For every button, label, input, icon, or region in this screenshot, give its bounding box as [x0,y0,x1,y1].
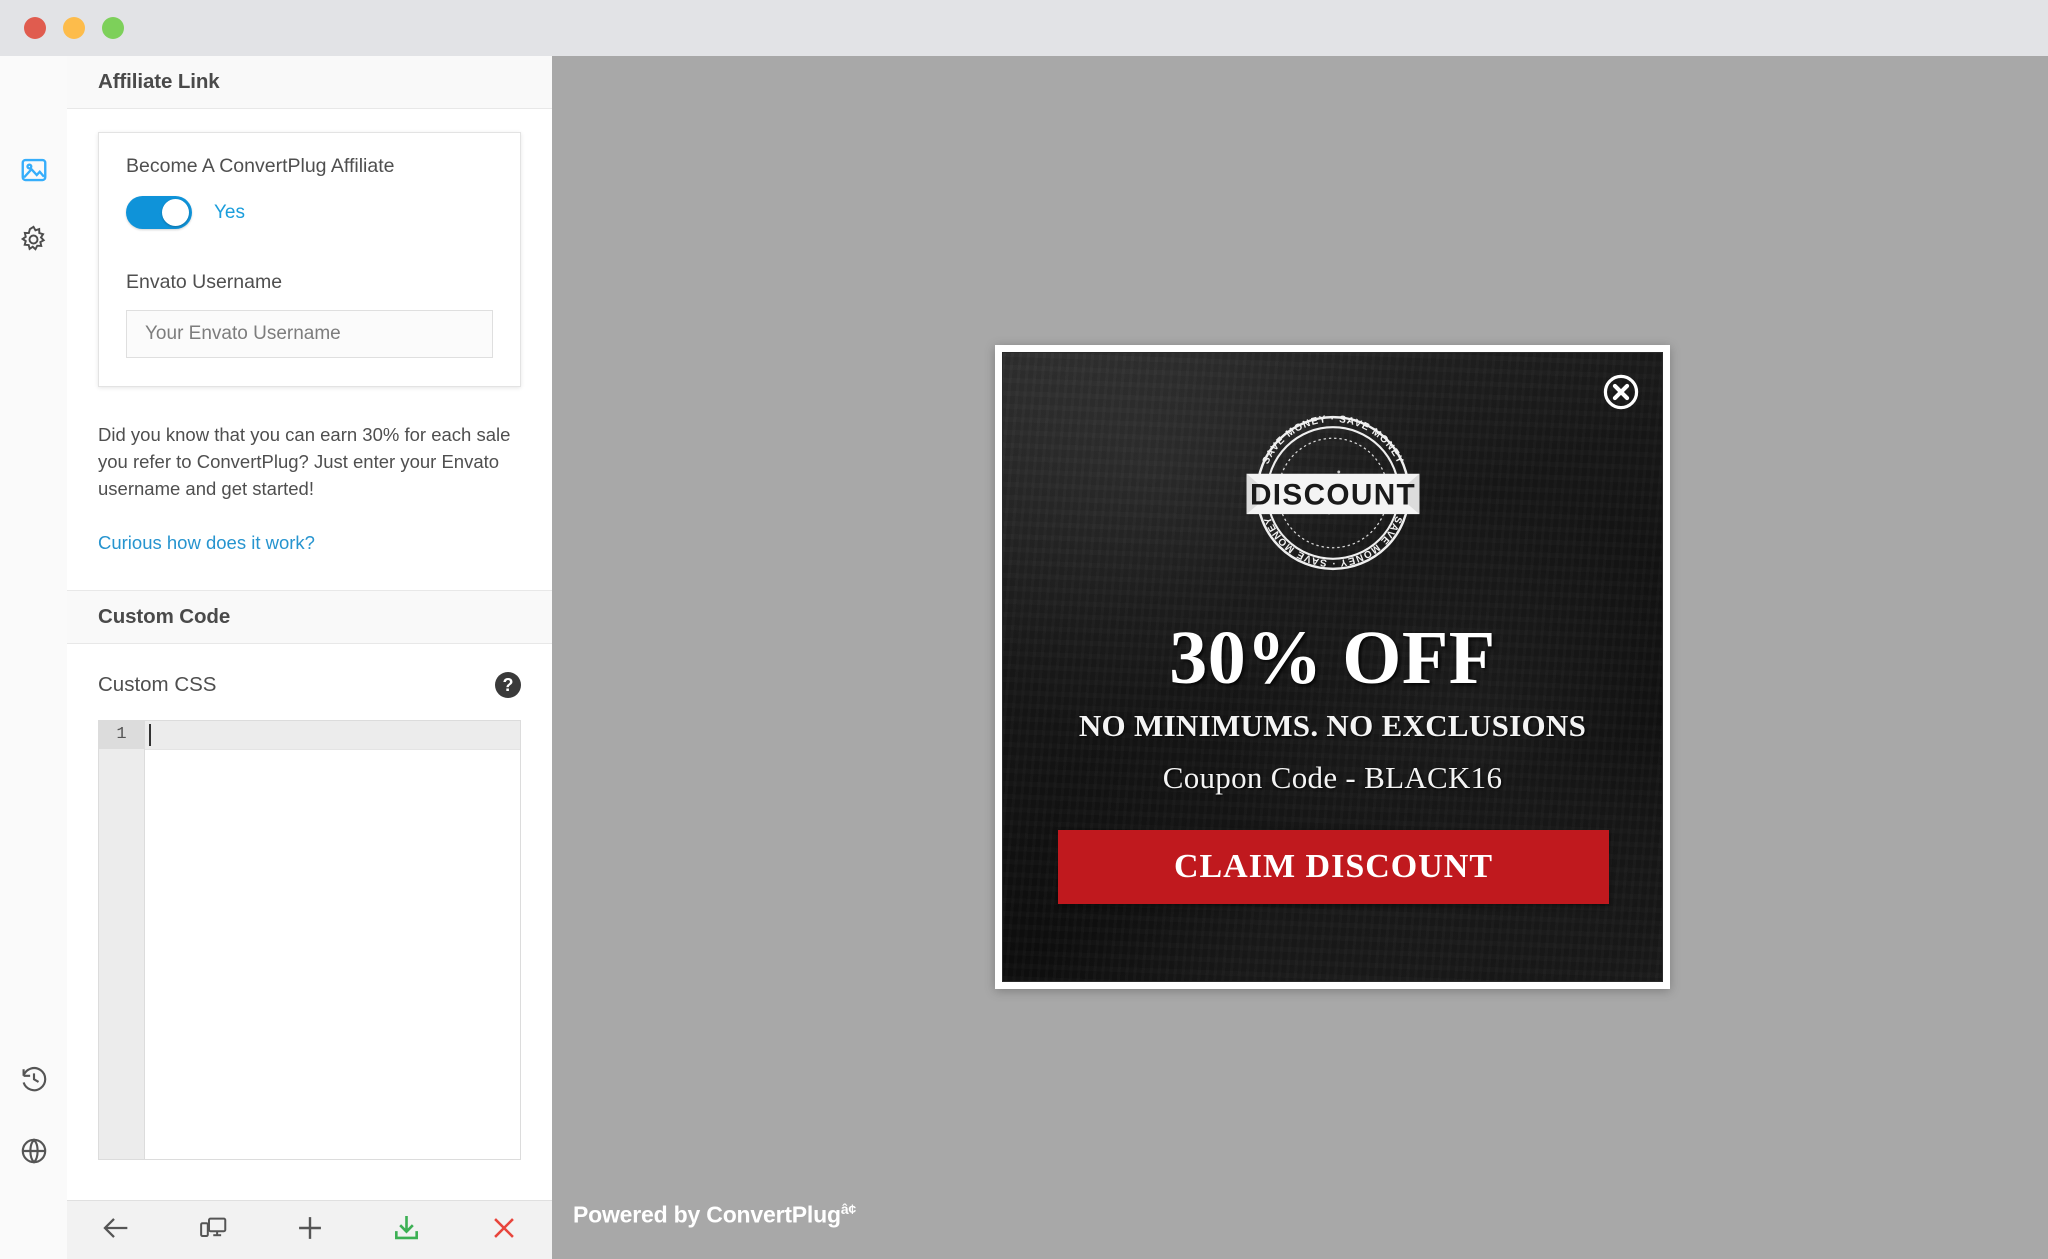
powered-by-label: Powered by ConvertPlugâ¢ [573,1201,856,1229]
discount-stamp-svg: SAVE MONEY · SAVE MONEY SAVE MONEY · SAV… [1246,414,1419,571]
toggle-knob [162,199,189,226]
custom-css-row: Custom CSS ? [98,672,521,698]
discount-stamp: SAVE MONEY · SAVE MONEY SAVE MONEY · SAV… [1003,397,1662,589]
question-mark-icon[interactable]: ? [495,672,521,698]
arrow-left-icon [99,1211,133,1250]
stamp-arc-bottom: SAVE MONEY · SAVE MONEY [1262,515,1402,569]
download-icon [390,1211,423,1249]
affiliate-toggle-label: Become A ConvertPlug Affiliate [126,155,395,177]
window-close-dot[interactable] [24,17,46,39]
affiliate-toggle-value: Yes [214,201,245,223]
gear-icon [18,224,49,260]
editor-line-number: 1 [99,721,144,749]
envato-username-label: Envato Username [126,271,283,293]
promo-headline: 30% OFF [1169,616,1496,700]
editor-caret [149,724,151,746]
plus-icon [293,1211,327,1250]
rail-item-design[interactable] [0,150,67,194]
globe-icon [18,1135,50,1172]
svg-text:SAVE MONEY · SAVE MONEY: SAVE MONEY · SAVE MONEY [1262,515,1403,569]
responsive-preview-button[interactable] [164,1201,261,1259]
affiliate-card: Become A ConvertPlug Affiliate Yes Envat… [98,132,521,387]
svg-text:SAVE MONEY · SAVE MONEY: SAVE MONEY · SAVE MONEY [1260,414,1405,466]
stamp-ribbon-text: DISCOUNT [1249,479,1415,512]
powered-by-trademark: â¢ [840,1201,857,1217]
history-icon [18,1063,50,1100]
window-minimize-dot[interactable] [63,17,85,39]
rail-item-history[interactable] [0,1059,67,1103]
promo-subline-1: NO MINIMUMS. NO EXCLUSIONS [1078,708,1587,743]
affiliate-info-text: Did you know that you can earn 30% for e… [98,424,511,499]
section-body-affiliate-link: Become A ConvertPlug Affiliate Yes Envat… [67,132,552,591]
section-header-affiliate-link: Affiliate Link [67,56,552,109]
affiliate-toggle-row: Yes [126,196,493,229]
claim-discount-button[interactable]: CLAIM DISCOUNT [1058,830,1609,904]
stamp-arc-top: SAVE MONEY · SAVE MONEY [1260,414,1404,466]
save-button[interactable] [358,1201,455,1259]
app-window: Affiliate Link Become A ConvertPlug Affi… [0,0,2048,1259]
close-button[interactable] [455,1201,552,1259]
affiliate-toggle[interactable] [126,196,192,229]
promo-modal-inner: SAVE MONEY · SAVE MONEY SAVE MONEY · SAV… [1002,352,1663,982]
panel-bottom-toolbar [67,1200,552,1259]
affiliate-info-link[interactable]: Curious how does it work? [98,532,521,554]
settings-scroll-area[interactable]: Affiliate Link Become A ConvertPlug Affi… [67,56,552,1200]
section-title: Affiliate Link [98,70,220,93]
rail-item-settings[interactable] [0,220,67,264]
editor-active-line[interactable] [145,721,520,750]
section-header-custom-code: Custom Code [67,591,552,644]
back-button[interactable] [67,1201,164,1259]
envato-username-input[interactable] [126,310,493,358]
devices-icon [197,1212,229,1249]
editor-lines[interactable] [145,721,520,1159]
section-body-custom-code: Custom CSS ? 1 [67,672,552,1160]
editor-gutter: 1 [99,721,145,1159]
window-titlebar [0,0,2048,56]
preview-canvas: SAVE MONEY · SAVE MONEY SAVE MONEY · SAV… [552,56,2048,1259]
section-title: Custom Code [98,605,231,628]
image-icon [19,155,49,190]
custom-css-editor[interactable]: 1 [98,720,521,1160]
x-icon [488,1212,520,1249]
settings-panel: Affiliate Link Become A ConvertPlug Affi… [67,56,552,1259]
rail-item-language[interactable] [0,1131,67,1175]
window-maximize-dot[interactable] [102,17,124,39]
powered-by-text: Powered by ConvertPlug [573,1201,841,1228]
window-controls [24,17,124,39]
promo-subline-2: Coupon Code - BLACK16 [1162,760,1503,795]
add-button[interactable] [261,1201,358,1259]
custom-css-label: Custom CSS [98,673,217,696]
promo-modal: SAVE MONEY · SAVE MONEY SAVE MONEY · SAV… [995,345,1670,989]
icon-rail [0,56,68,1259]
